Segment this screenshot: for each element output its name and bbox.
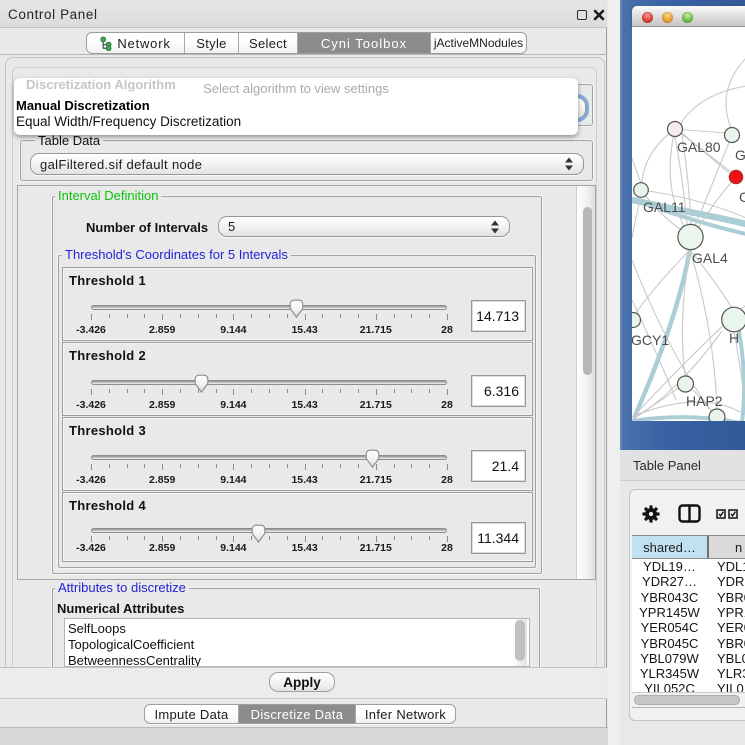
svg-text:H: H xyxy=(729,330,739,346)
svg-text:GAL4: GAL4 xyxy=(692,250,728,266)
svg-text:GA: GA xyxy=(735,147,745,163)
svg-text:GAL11: GAL11 xyxy=(643,199,686,215)
svg-text:GAL80: GAL80 xyxy=(677,139,721,155)
svg-text:HAP2: HAP2 xyxy=(686,393,723,409)
svg-text:C: C xyxy=(739,189,745,205)
svg-text:GCY1: GCY1 xyxy=(632,332,669,348)
